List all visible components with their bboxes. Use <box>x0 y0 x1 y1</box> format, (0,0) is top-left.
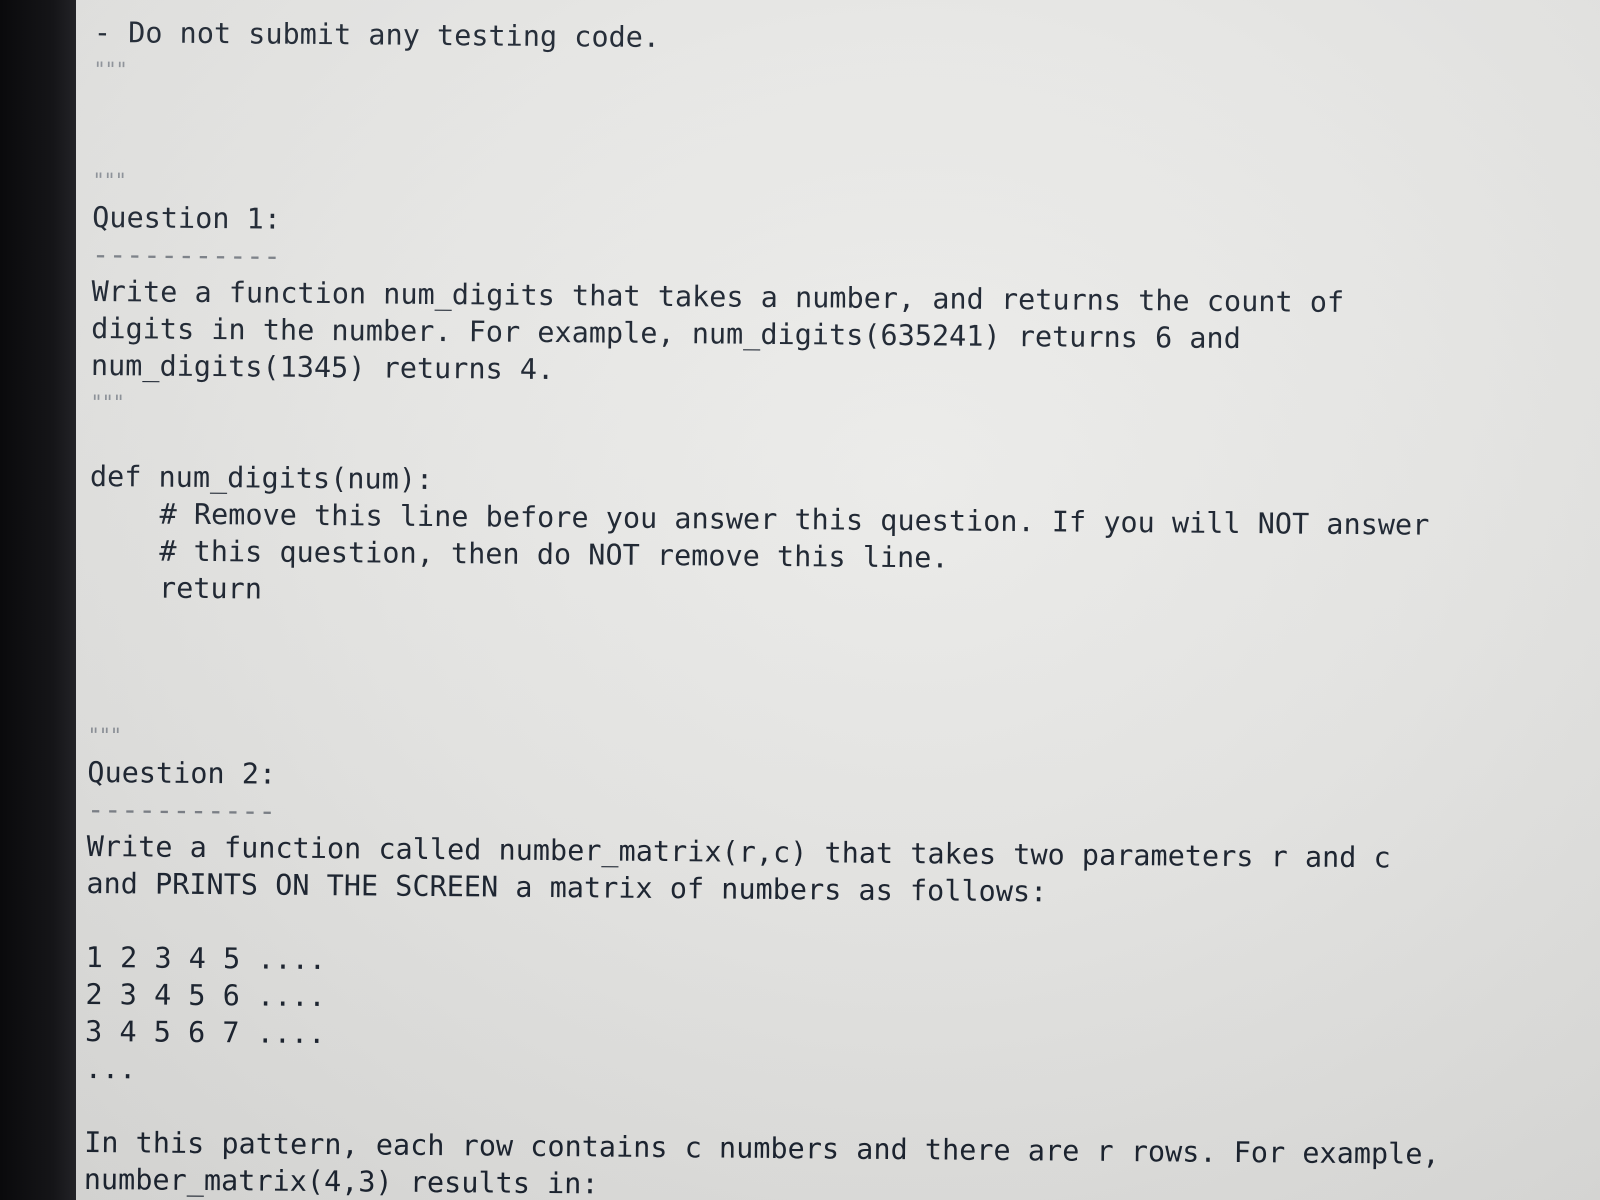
monitor-bezel <box>0 0 76 1200</box>
code-editor[interactable]: - Do not submit any testing code. """ ""… <box>76 0 1600 1200</box>
code-text-area[interactable]: - Do not submit any testing code. """ ""… <box>84 14 1574 1200</box>
photo-of-screen: - Do not submit any testing code. """ ""… <box>0 0 1600 1200</box>
